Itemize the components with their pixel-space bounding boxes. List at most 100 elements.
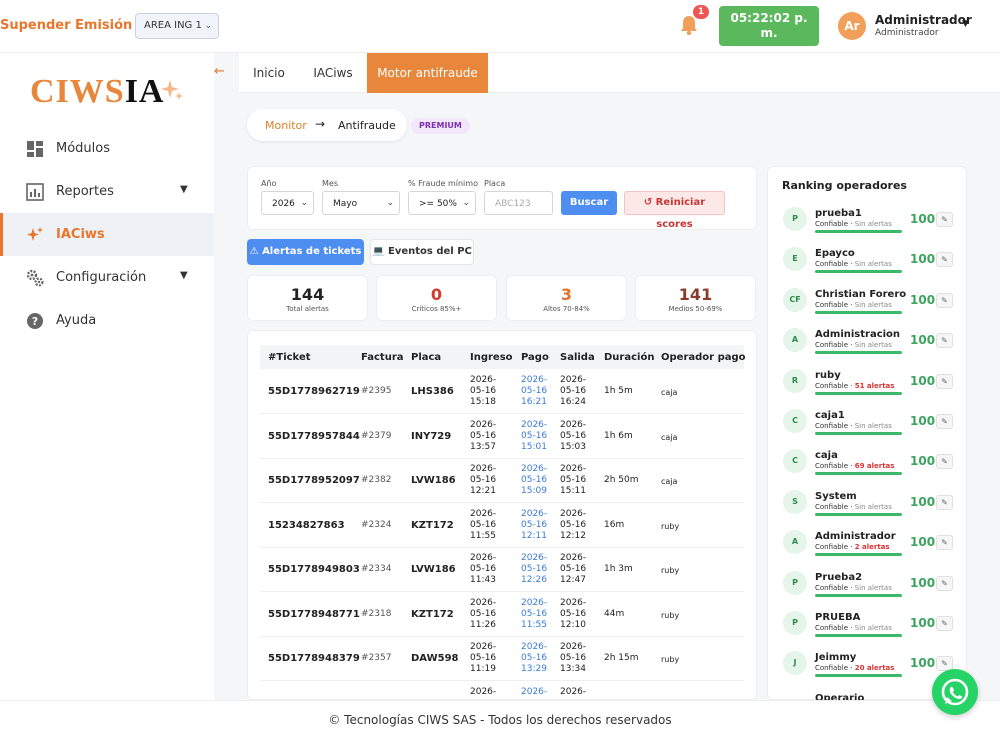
sidebar-item-configuracion[interactable]: Configuración ▼ xyxy=(0,256,214,299)
sparkle-icon xyxy=(160,78,184,105)
year-label: Año xyxy=(261,179,277,188)
operator-status: Confiable · Sin alertas xyxy=(815,584,892,592)
edit-icon[interactable]: ✎ xyxy=(936,494,953,510)
cell-pago[interactable]: 2026- xyxy=(521,642,547,653)
tab-pc-events[interactable]: 💻 Eventos del PC xyxy=(370,239,474,265)
alert-count: Sin alertas xyxy=(854,341,892,350)
cell-pago[interactable]: 15:09 xyxy=(521,486,547,497)
cell-pago[interactable]: 05-16 xyxy=(521,564,547,575)
cell-pago[interactable]: 2026- xyxy=(521,375,547,386)
collapse-sidebar-icon[interactable]: ← xyxy=(214,64,230,88)
cell-pago[interactable]: 11:55 xyxy=(521,620,547,631)
month-select[interactable]: Mayo ⌄ xyxy=(322,191,400,215)
edit-icon[interactable]: ✎ xyxy=(936,292,953,308)
alert-count: Sin alertas xyxy=(854,583,892,592)
cell-duracion: 1h 6m xyxy=(604,430,633,441)
stat-label: Total alertas xyxy=(286,305,329,313)
cell-ingreso: 2026- xyxy=(470,464,497,474)
user-name[interactable]: Administrador xyxy=(875,13,972,27)
chevron-down-icon: ⌄ xyxy=(386,198,394,208)
cell-pago[interactable]: 2026- xyxy=(521,553,547,564)
search-button[interactable]: Buscar xyxy=(561,191,617,215)
edit-icon[interactable]: ✎ xyxy=(936,414,953,429)
sidebar-item-iaciws[interactable]: IACiws xyxy=(0,213,214,256)
fraud-value: >= 50% xyxy=(419,199,457,209)
stat-value: 141 xyxy=(678,285,713,304)
cell-pago[interactable]: 12:26 xyxy=(521,575,547,586)
tab-motor-antifraude[interactable]: Motor antifraude xyxy=(367,53,488,93)
avatar[interactable]: Ar xyxy=(838,12,866,40)
edit-icon[interactable]: ✎ xyxy=(936,252,953,268)
edit-icon[interactable]: ✎ xyxy=(936,373,953,389)
score-bar xyxy=(815,310,902,314)
edit-icon[interactable]: ✎ xyxy=(936,333,953,349)
alert-count: Sin alertas xyxy=(854,624,892,632)
area-select[interactable]: AREA ING 1 ⌄ xyxy=(135,13,219,39)
cell-operador: ruby xyxy=(661,566,680,575)
edit-icon[interactable]: ✎ xyxy=(936,616,953,631)
separator: · xyxy=(848,220,855,228)
sidebar-item-modulos[interactable]: Módulos xyxy=(0,127,214,170)
year-select[interactable]: 2026 ⌄ xyxy=(261,191,314,215)
cell-ingreso: 12:21 xyxy=(470,486,496,496)
edit-icon[interactable]: ✎ xyxy=(936,575,953,591)
fraud-select[interactable]: >= 50% ⌄ xyxy=(408,191,476,215)
logo-part-ia: IA xyxy=(124,73,165,110)
cell-salida: 2026- xyxy=(560,464,587,474)
operator-score: 100 xyxy=(910,535,936,550)
cell-duracion: 2h 15m xyxy=(604,653,639,663)
edit-icon[interactable]: ✎ xyxy=(936,535,953,551)
cell-operador: ruby xyxy=(661,655,680,664)
cell-pago[interactable]: 05-16 xyxy=(521,520,547,531)
separator: · xyxy=(848,300,855,309)
operator-status: Confiable · Sin alertas xyxy=(815,624,892,632)
sidebar-item-reportes[interactable]: Reportes ▼ xyxy=(0,170,214,213)
tab-ticket-alerts[interactable]: ⚠ Alertas de tickets xyxy=(247,239,364,265)
operator-status: Confiable · Sin alertas xyxy=(815,422,892,430)
edit-icon[interactable]: ✎ xyxy=(936,454,953,470)
cell-ticket: 55D1778952097 xyxy=(268,475,360,486)
cell-pago[interactable]: 13:29 xyxy=(521,664,547,675)
cell-pago[interactable]: 2026- xyxy=(521,687,547,698)
caret-down-icon[interactable]: ▼ xyxy=(962,19,969,29)
tab-iaciws[interactable]: IACiws xyxy=(299,53,367,93)
column-header: Pago xyxy=(521,352,549,363)
plate-input[interactable]: ABC123 xyxy=(484,191,553,215)
operator-name: Jeimmy xyxy=(815,652,857,664)
whatsapp-button[interactable] xyxy=(932,669,978,715)
cell-pago[interactable]: 2026- xyxy=(521,464,547,475)
reset-scores-button[interactable]: ↺ Reiniciar scores xyxy=(624,191,725,230)
cell-pago[interactable]: 05-16 xyxy=(521,609,547,620)
cell-pago[interactable]: 05-16 xyxy=(521,386,547,397)
edit-icon[interactable]: ✎ xyxy=(936,212,953,227)
cell-pago[interactable]: 05-16 xyxy=(521,653,547,664)
separator: · xyxy=(848,543,855,552)
operator-name: Administracion xyxy=(815,329,901,341)
stat-high: 3 Altos 70-84% xyxy=(506,275,627,321)
cell-pago[interactable]: 05-16 xyxy=(521,475,547,486)
tab-inicio[interactable]: Inicio xyxy=(239,53,299,93)
cell-pago[interactable]: 05-16 xyxy=(521,431,547,442)
suspend-emission-link[interactable]: Supender Emisión xyxy=(0,18,132,33)
cell-pago[interactable]: 16:21 xyxy=(521,397,547,408)
sidebar-item-ayuda[interactable]: ? Ayuda xyxy=(0,299,214,342)
cell-factura: #2357 xyxy=(361,653,392,663)
cell-pago[interactable]: 2026- xyxy=(521,509,547,520)
sidebar-item-label: Reportes xyxy=(56,184,114,199)
cell-pago[interactable]: 12:11 xyxy=(521,531,547,542)
operator-name: Prueba2 xyxy=(815,571,863,583)
cell-pago[interactable]: 2026- xyxy=(521,420,547,431)
breadcrumb-monitor[interactable]: Monitor xyxy=(265,119,307,132)
cell-salida: 2026- xyxy=(560,419,587,430)
stat-medium: 141 Medios 50-69% xyxy=(635,275,756,321)
cell-pago[interactable]: 15:01 xyxy=(521,442,547,453)
score-bar xyxy=(815,674,902,678)
stat-value: 0 xyxy=(430,285,443,304)
operator-status: Confiable · 2 alertas xyxy=(815,543,890,551)
cell-salida: 05-16 xyxy=(560,564,587,574)
cell-salida: 05-16 xyxy=(560,430,587,441)
cell-pago[interactable]: 2026- xyxy=(521,598,547,609)
operator-status: Confiable · 51 alertas xyxy=(815,382,894,390)
cell-ingreso: 11:19 xyxy=(470,664,496,674)
column-header: Placa xyxy=(411,352,442,363)
